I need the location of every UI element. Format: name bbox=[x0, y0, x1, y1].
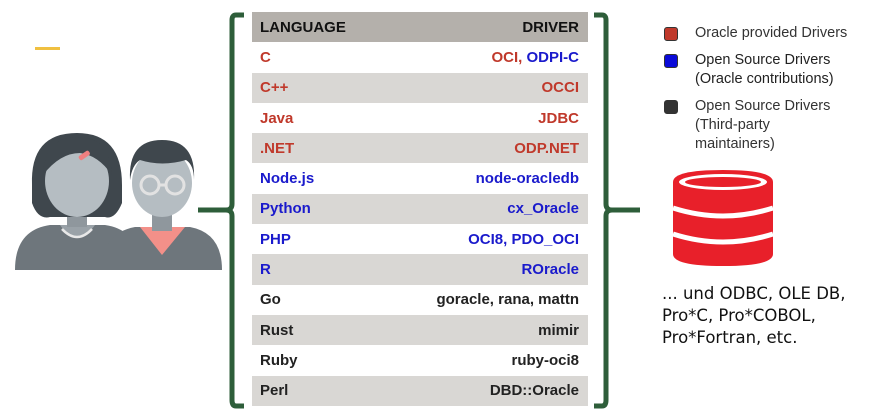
driver-cell: cx_Oracle bbox=[507, 200, 579, 217]
driver-name: ODP.NET bbox=[514, 139, 579, 157]
language-cell: C++ bbox=[260, 79, 289, 97]
driver-cell: goracle, rana, mattn bbox=[436, 291, 579, 308]
driver-cell: mimir bbox=[538, 322, 579, 339]
legend-swatch-black bbox=[664, 100, 678, 114]
driver-name: OCI, bbox=[491, 48, 527, 66]
legend-swatch-blue bbox=[664, 54, 678, 68]
header-driver: DRIVER bbox=[522, 18, 579, 36]
legend-swatch-red bbox=[664, 27, 678, 41]
driver-cell: OCI8, PDO_OCI bbox=[468, 231, 579, 248]
driver-name: mimir bbox=[538, 321, 579, 339]
legend: Oracle provided Drivers Open Source Driv… bbox=[664, 24, 874, 162]
legend-label: Open Source Drivers (Oracle contribution… bbox=[695, 52, 834, 87]
table-row: Go goracle, rana, mattn bbox=[252, 285, 588, 315]
driver-cell: ROracle bbox=[521, 261, 579, 278]
driver-name: ROracle bbox=[521, 261, 579, 279]
language-cell: Node.js bbox=[260, 170, 315, 188]
left-bracket bbox=[198, 12, 244, 409]
table-row: C OCI, ODPI-C bbox=[252, 42, 588, 72]
language-cell: Java bbox=[260, 109, 294, 127]
language-cell: PHP bbox=[260, 230, 291, 248]
table-row: Rust mimir bbox=[252, 314, 588, 346]
driver-cell: OCI, ODPI-C bbox=[491, 49, 579, 66]
table-row: PHP OCI8, PDO_OCI bbox=[252, 224, 588, 254]
users-icon bbox=[15, 133, 222, 270]
driver-name: ruby-oci8 bbox=[511, 351, 579, 369]
database-icon bbox=[672, 170, 774, 266]
driver-cell: ruby-oci8 bbox=[511, 352, 579, 369]
table-row: Ruby ruby-oci8 bbox=[252, 345, 588, 375]
legend-label: Oracle provided Drivers bbox=[695, 25, 848, 41]
language-cell: Perl bbox=[260, 382, 289, 400]
driver-cell: node-oracledb bbox=[476, 170, 579, 187]
driver-name: DBD::Oracle bbox=[489, 382, 579, 400]
table-header: LANGUAGE DRIVER bbox=[252, 12, 588, 43]
driver-cell: ODP.NET bbox=[514, 140, 579, 157]
legend-item-oss-oracle: Open Source Drivers (Oracle contribution… bbox=[664, 51, 874, 89]
legend-label: Open Source Drivers (Third-party maintai… bbox=[695, 98, 831, 152]
driver-name: JDBC bbox=[538, 109, 579, 127]
table-row: Perl DBD::Oracle bbox=[252, 375, 588, 406]
right-bracket bbox=[594, 12, 640, 409]
legend-item-oss-third: Open Source Drivers (Third-party maintai… bbox=[664, 97, 874, 154]
table-row: Python cx_Oracle bbox=[252, 193, 588, 225]
language-cell: Rust bbox=[260, 321, 294, 339]
driver-name: node-oracledb bbox=[475, 170, 579, 188]
header-language: LANGUAGE bbox=[260, 18, 346, 36]
driver-table: LANGUAGE DRIVER C OCI, ODPI-C C++ OCCI Java J… bbox=[252, 12, 588, 406]
language-cell: .NET bbox=[260, 139, 295, 157]
language-cell: Go bbox=[260, 291, 281, 309]
driver-name: OCCI bbox=[541, 79, 580, 97]
language-cell: C bbox=[260, 48, 271, 66]
driver-name: cx_Oracle bbox=[507, 200, 579, 218]
legend-item-oracle: Oracle provided Drivers bbox=[664, 24, 874, 43]
table-row: R ROracle bbox=[252, 254, 588, 285]
language-cell: Python bbox=[260, 200, 311, 218]
table-row: Node.js node-oracledb bbox=[252, 163, 588, 193]
table-row: .NET ODP.NET bbox=[252, 133, 588, 164]
driver-cell: JDBC bbox=[538, 110, 579, 127]
other-interfaces-note: ... und ODBC, OLE DB, Pro*C, Pro*COBOL, … bbox=[662, 284, 846, 347]
table-row: Java JDBC bbox=[252, 103, 588, 133]
driver-name: goracle, rana, mattn bbox=[436, 291, 579, 309]
driver-cell: DBD::Oracle bbox=[490, 382, 579, 399]
driver-name: ODPI-C bbox=[526, 48, 580, 66]
accent-bar bbox=[35, 47, 60, 50]
language-cell: R bbox=[260, 261, 271, 279]
language-cell: Ruby bbox=[260, 351, 298, 369]
table-row: C++ OCCI bbox=[252, 72, 588, 103]
driver-name: OCI8, PDO_OCI bbox=[468, 230, 579, 248]
driver-cell: OCCI bbox=[542, 79, 580, 96]
